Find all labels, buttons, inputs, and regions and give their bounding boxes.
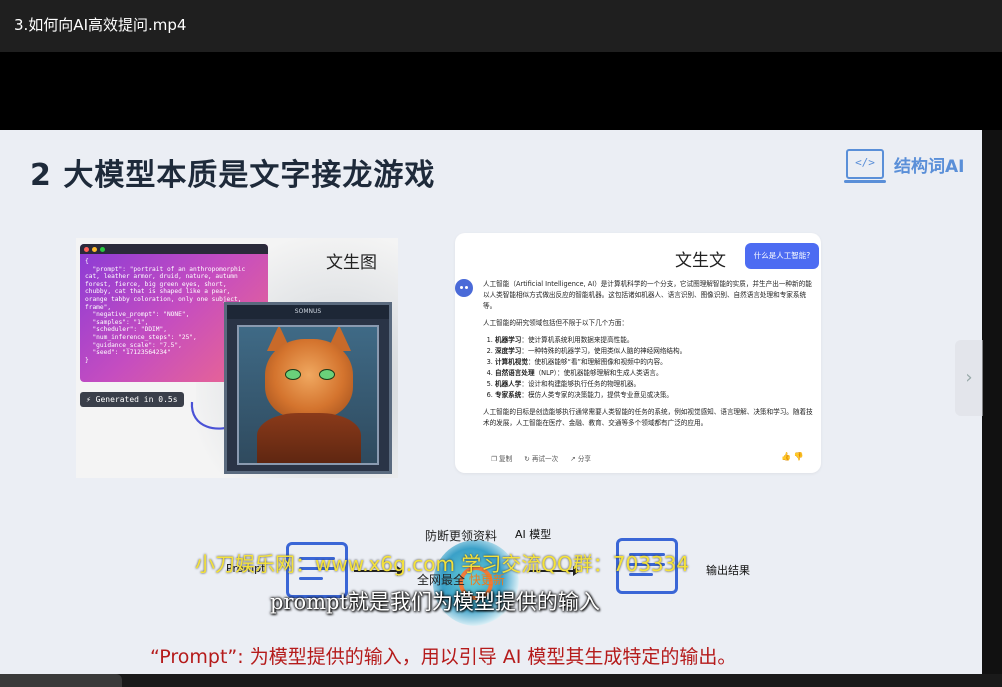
next-slide-chevron-icon[interactable]: › [955,340,983,416]
text-to-text-card: 文生文 什么是人工智能? 人工智能（Artificial Intelligenc… [455,233,821,473]
copy-action[interactable]: ❐ 复制 [491,453,512,463]
share-action[interactable]: ↗ 分享 [570,453,591,463]
letterbox-right [982,130,1002,674]
feedback-thumbs-icon[interactable]: 👍 👎 [781,452,803,461]
output-label: 输出结果 [706,564,750,577]
video-title-bar: 3.如何向AI高效提问.mp4 [0,0,1002,52]
list-item: 机器学习：使计算机系统利用数据来提高性能。 [495,335,815,346]
cat-portrait [237,325,379,465]
watermark-top: 防断更领资料 [425,529,498,543]
text-to-text-label: 文生文 [675,251,726,271]
code-monitor-icon: </> [844,149,886,183]
brand-name: 结构词AI [894,156,965,177]
brand-logo: </> 结构词AI [844,148,965,183]
list-item: 专家系统：模仿人类专家的决策能力，提供专业意见或决策。 [495,390,815,401]
maximize-dot-icon [100,246,105,252]
bot-avatar-icon [455,279,473,297]
retry-action[interactable]: ↻ 再试一次 [524,453,558,463]
close-dot-icon [84,246,89,252]
letterbox-top [0,52,1002,130]
video-title: 3.如何向AI高效提问.mp4 [14,16,187,34]
generated-cat-image: SOMNUS [224,302,392,474]
slide-caption: “Prompt”: 为模型提供的输入，用以引导 AI 模型其生成特定的输出。 [150,646,737,668]
watermark-site: 小刀娱乐网：www.x6g.com 学习交流QQ群：703334 [195,552,690,576]
list-item: 机器人学：设计和构建能够执行任务的物理机器。 [495,379,815,390]
list-item: 计算机视觉：使机器能够“看”和理解图像和视频中的内容。 [495,357,815,368]
frame-header: SOMNUS [227,305,389,319]
generated-badge: ⚡ Generated in 0.5s [80,392,184,407]
minimize-dot-icon [92,246,97,252]
answer-actions: ❐ 复制 ↻ 再试一次 ↗ 分享 [491,453,591,463]
slide-heading: 2 大模型本质是文字接龙游戏 [30,158,436,193]
presentation-slide: 2 大模型本质是文字接龙游戏 </> 结构词AI 文生图 { "prompt":… [0,130,982,674]
video-progress-fill [0,674,122,687]
ai-answer: 人工智能（Artificial Intelligence, AI）是计算机科学的… [483,279,815,435]
question-bubble: 什么是人工智能? [745,243,819,269]
list-item: 自然语言处理（NLP）：使机器能够理解和生成人类语言。 [495,368,815,379]
list-item: 深度学习：一种特殊的机器学习，使用类似人脑的神经网络结构。 [495,346,815,357]
model-label: AI 模型 [515,528,552,541]
text-to-image-card: 文生图 { "prompt": "portrait of an anthropo… [76,238,398,478]
video-progress-bar[interactable] [0,674,1002,687]
text-to-image-label: 文生图 [326,253,377,273]
code-window-bar [80,244,268,254]
video-subtitle: prompt就是我们为模型提供的输入 [270,590,600,614]
